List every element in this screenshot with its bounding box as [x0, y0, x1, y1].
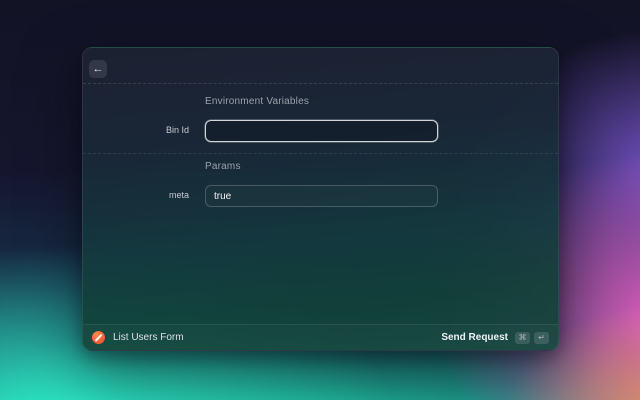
window-header: ← — [83, 48, 558, 84]
meta-label: meta — [168, 190, 189, 200]
section-divider — [83, 153, 558, 154]
meta-input[interactable] — [205, 185, 438, 207]
form-content: Environment Variables Bin Id Params meta — [83, 84, 558, 324]
section-title-environment-variables: Environment Variables — [205, 96, 310, 107]
form-app-icon — [92, 331, 105, 344]
bin-id-input[interactable] — [205, 120, 438, 142]
app-name: List Users Form — [113, 332, 184, 343]
desktop-background: ← Environment Variables Bin Id Params me… — [0, 0, 640, 400]
back-arrow-icon: ← — [92, 62, 104, 75]
return-key-icon: ↵ — [534, 331, 549, 344]
form-window: ← Environment Variables Bin Id Params me… — [82, 47, 559, 351]
window-footer: List Users Form Send Request ⌘ ↵ — [83, 324, 558, 350]
command-key-icon: ⌘ — [515, 331, 530, 344]
bin-id-label: Bin Id — [165, 125, 189, 135]
pencil-icon — [94, 334, 103, 342]
send-request-button[interactable]: Send Request ⌘ ↵ — [441, 331, 549, 344]
send-request-label: Send Request — [441, 332, 508, 343]
back-button[interactable]: ← — [89, 60, 107, 78]
section-title-params: Params — [205, 161, 241, 172]
